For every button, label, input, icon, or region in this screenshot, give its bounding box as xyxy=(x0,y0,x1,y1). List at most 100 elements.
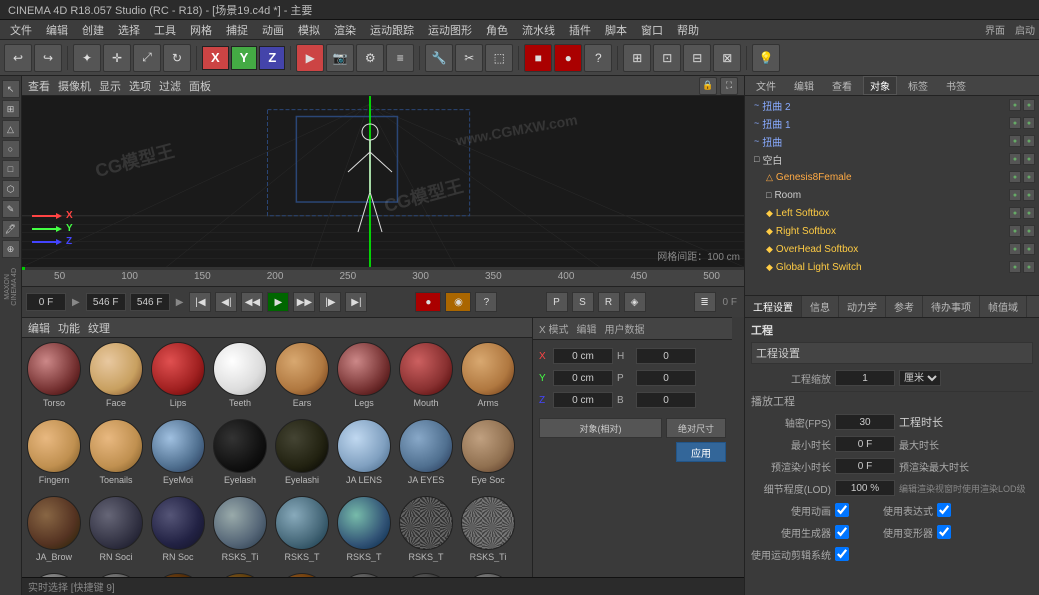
left-tool-6[interactable]: ⬡ xyxy=(2,180,20,198)
play-btn[interactable]: ▶ xyxy=(267,292,289,312)
play-back-btn[interactable]: ◀◀ xyxy=(241,292,263,312)
tree-lock-btn-7[interactable]: ● xyxy=(1023,225,1035,237)
rtab-bookmark[interactable]: 书签 xyxy=(939,76,973,95)
y-axis-button[interactable]: Y xyxy=(231,46,258,70)
tree-vis-btn-9[interactable]: ● xyxy=(1009,261,1021,273)
go-start-btn[interactable]: |◀ xyxy=(189,292,211,312)
ptab-project[interactable]: 工程设置 xyxy=(745,296,802,317)
mat-menu-tex[interactable]: 纹理 xyxy=(88,320,110,336)
mat-item-eyelash[interactable]: Eyelash xyxy=(210,417,270,492)
undo-button[interactable]: ↩ xyxy=(4,44,32,72)
vp-lock-btn[interactable]: 🔒 xyxy=(699,77,717,95)
menu-mograph[interactable]: 运动图形 xyxy=(422,21,478,39)
mat-item-jabrow[interactable]: JA_Brow xyxy=(24,494,84,569)
scale-button[interactable]: ⤢ xyxy=(133,44,161,72)
left-tool-7[interactable]: ✎ xyxy=(2,200,20,218)
tree-vis-btn-0[interactable]: ● xyxy=(1009,99,1021,111)
rtab-view[interactable]: 查看 xyxy=(825,76,859,95)
menu-pipeline[interactable]: 流水线 xyxy=(516,21,561,39)
tool-btn4[interactable]: ⊠ xyxy=(713,44,741,72)
vp-fullscreen-btn[interactable]: ⛶ xyxy=(720,77,738,95)
help-btn[interactable]: ? xyxy=(475,292,497,312)
fps-input[interactable] xyxy=(835,414,895,430)
loop-sel-btn[interactable]: ⬚ xyxy=(485,44,513,72)
b-input[interactable] xyxy=(636,392,696,408)
tree-lock-btn-1[interactable]: ● xyxy=(1023,117,1035,129)
use-gen-check[interactable] xyxy=(835,525,849,539)
rtab-tag[interactable]: 标签 xyxy=(901,76,935,95)
menu-edit[interactable]: 编辑 xyxy=(40,21,74,39)
ptab-ref[interactable]: 参考 xyxy=(886,296,923,317)
mat-menu-edit[interactable]: 编辑 xyxy=(28,320,50,336)
render-settings-btn[interactable]: ⚙ xyxy=(356,44,384,72)
mat-menu-func[interactable]: 功能 xyxy=(58,320,80,336)
min-frame-input[interactable] xyxy=(835,436,895,452)
menu-render[interactable]: 渲染 xyxy=(328,21,362,39)
mat-item-eyemoi[interactable]: EyeMoi xyxy=(148,417,208,492)
vp-menu-options[interactable]: 选项 xyxy=(129,78,151,94)
tree-item-1[interactable]: ~扭曲 1●● xyxy=(745,114,1039,132)
tree-item-4[interactable]: △Genesis8Female●● xyxy=(745,168,1039,186)
render-queue-btn[interactable]: ≡ xyxy=(386,44,414,72)
menu-window[interactable]: 窗口 xyxy=(635,21,669,39)
scale-key-btn[interactable]: S xyxy=(572,292,594,312)
menu-script[interactable]: 脚本 xyxy=(599,21,633,39)
mat-item-rskt[interactable]: RSKS_T xyxy=(396,494,456,569)
menu-motion-track[interactable]: 运动跟踪 xyxy=(364,21,420,39)
go-prev-key-btn[interactable]: ◀| xyxy=(215,292,237,312)
use-deform-check[interactable] xyxy=(937,525,951,539)
menu-create[interactable]: 创建 xyxy=(76,21,110,39)
record-key-btn[interactable]: ◉ xyxy=(445,292,471,312)
left-tool-1[interactable]: ↖ xyxy=(2,80,20,98)
menu-anim[interactable]: 动画 xyxy=(256,21,290,39)
tree-item-6[interactable]: ◆Left Softbox●● xyxy=(745,204,1039,222)
menu-snap[interactable]: 捕捉 xyxy=(220,21,254,39)
x-input[interactable] xyxy=(553,348,613,364)
left-tool-4[interactable]: ○ xyxy=(2,140,20,158)
mat-item-eyelash2[interactable]: Eyelashi xyxy=(272,417,332,492)
live-select-button[interactable]: ✦ xyxy=(73,44,101,72)
menu-file[interactable]: 文件 xyxy=(4,21,38,39)
mat-item-face[interactable]: Face xyxy=(86,340,146,415)
left-tool-2[interactable]: ⊞ xyxy=(2,100,20,118)
light-btn[interactable]: 💡 xyxy=(752,44,780,72)
tree-vis-btn-6[interactable]: ● xyxy=(1009,207,1021,219)
key-mode-btn[interactable]: ≣ xyxy=(694,292,716,312)
menu-select[interactable]: 选择 xyxy=(112,21,146,39)
tool-btn3[interactable]: ⊟ xyxy=(683,44,711,72)
use-expr-check[interactable] xyxy=(937,503,951,517)
vp-menu-filter[interactable]: 过滤 xyxy=(159,78,181,94)
proj-scale-input[interactable] xyxy=(835,370,895,386)
left-tool-9[interactable]: ⊕ xyxy=(2,240,20,258)
go-end-btn[interactable]: ▶| xyxy=(345,292,367,312)
tree-vis-btn-5[interactable]: ● xyxy=(1009,189,1021,201)
apply-button[interactable]: 应用 xyxy=(676,442,726,462)
play-frame-input[interactable] xyxy=(130,293,170,311)
stop-anim-btn[interactable]: ■ xyxy=(524,44,552,72)
knife-btn[interactable]: ✂ xyxy=(455,44,483,72)
ptab-dynamics[interactable]: 动力学 xyxy=(839,296,886,317)
mat-item-lips[interactable]: Lips xyxy=(148,340,208,415)
anim-btn1[interactable]: ? xyxy=(584,44,612,72)
redo-button[interactable]: ↪ xyxy=(34,44,62,72)
lod-input[interactable] xyxy=(835,480,895,496)
ptab-todo[interactable]: 待办事项 xyxy=(923,296,980,317)
z-axis-button[interactable]: Z xyxy=(259,46,285,70)
x-axis-button[interactable]: X xyxy=(202,46,229,70)
rtab-edit[interactable]: 编辑 xyxy=(787,76,821,95)
rot-key-btn[interactable]: R xyxy=(598,292,620,312)
tree-lock-btn-3[interactable]: ● xyxy=(1023,153,1035,165)
rtab-file[interactable]: 文件 xyxy=(749,76,783,95)
menu-char[interactable]: 角色 xyxy=(480,21,514,39)
tree-item-0[interactable]: ~扭曲 2●● xyxy=(745,96,1039,114)
y-input[interactable] xyxy=(553,370,613,386)
proj-scale-unit[interactable]: 厘米 毫米 米 xyxy=(899,370,941,386)
tree-lock-btn-5[interactable]: ● xyxy=(1023,189,1035,201)
mat-item-jaeyes[interactable]: JA EYES xyxy=(396,417,456,492)
snap-btn[interactable]: 🔧 xyxy=(425,44,453,72)
tree-vis-btn-7[interactable]: ● xyxy=(1009,225,1021,237)
tree-item-2[interactable]: ~扭曲●● xyxy=(745,132,1039,150)
tree-lock-btn-6[interactable]: ● xyxy=(1023,207,1035,219)
rtab-object[interactable]: 对象 xyxy=(863,76,897,95)
z-input[interactable] xyxy=(553,392,613,408)
